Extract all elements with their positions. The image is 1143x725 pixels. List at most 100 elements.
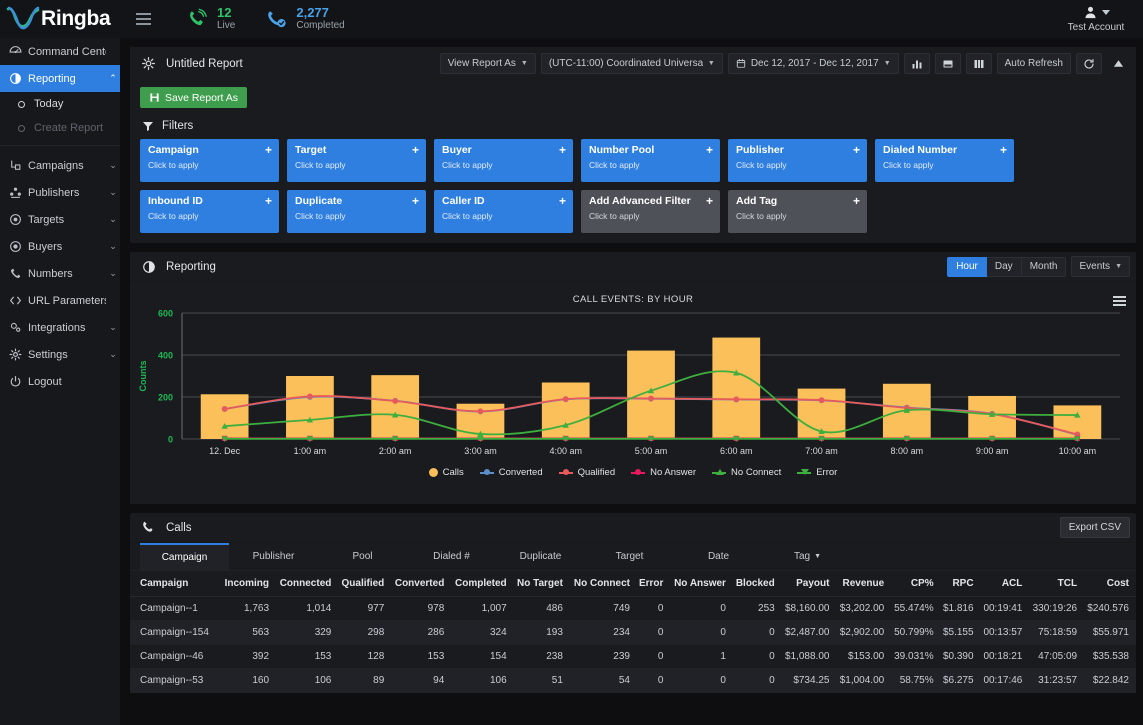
granularity-month[interactable]: Month [1021,256,1067,277]
table-column-header[interactable]: RPC [940,571,981,597]
table-view-button[interactable] [965,53,992,74]
table-column-header[interactable]: No Connect [569,571,637,597]
filter-card-duplicate[interactable]: Duplicate Click to apply + [287,190,426,233]
filter-card-add-advanced-filter[interactable]: Add Advanced Filter Click to apply + [581,190,720,233]
legend-item-calls[interactable]: Calls [428,467,464,478]
sidebar-item-buyers[interactable]: Buyers ⌄ [0,233,120,260]
events-dropdown[interactable]: Events ▼ [1071,256,1130,277]
sidebar-item-logout[interactable]: Logout [0,368,120,395]
granularity-day[interactable]: Day [986,256,1022,277]
card-view-button[interactable] [934,53,961,74]
completed-calls-stat[interactable]: 2,277 Completed [263,6,345,32]
view-report-as-label: View Report As [447,58,516,69]
table-header-row: Campaign Incoming Connected Qualified Conver… [130,571,1136,597]
table-cell: 1,007 [451,596,514,621]
filter-card-buyer[interactable]: Buyer Click to apply + [434,139,573,182]
table-column-header[interactable]: Connected [276,571,339,597]
tab-pool[interactable]: Pool [318,543,407,570]
filter-card-add-tag[interactable]: Add Tag Click to apply + [728,190,867,233]
sidebar-item-url-parameters[interactable]: URL Parameters [0,287,120,314]
table-cell: $1.816 [940,596,981,621]
tab-target[interactable]: Target [585,543,674,570]
legend-item-qualified[interactable]: Qualified [558,467,615,478]
refresh-icon [1084,58,1094,69]
sidebar-item-today[interactable]: Today [0,92,120,116]
legend-item-no-connect[interactable]: No Connect [712,467,781,478]
table-column-header[interactable]: Incoming [221,571,277,597]
tab-date[interactable]: Date [674,543,763,570]
filter-card-dialed-number[interactable]: Dialed Number Click to apply + [875,139,1014,182]
sidebar-item-integrations[interactable]: Integrations ⌄ [0,314,120,341]
tab-publisher[interactable]: Publisher [229,543,318,570]
table-cell: $8,160.00 [781,596,837,621]
collapse-panel-button[interactable] [1107,53,1130,74]
table-column-header[interactable]: Campaign [130,571,222,597]
table-row[interactable]: Campaign--53 160 106 89 94 106 51 54 0 0 0 $734.25 $… [130,668,1136,693]
calls-panel: Calls Export CSV Campaign Publisher Pool… [130,513,1136,693]
table-column-header[interactable]: No Answer [670,571,733,597]
table-column-header[interactable]: CP% [891,571,941,597]
table-column-header[interactable]: Blocked [732,571,782,597]
svg-text:12. Dec: 12. Dec [209,446,241,456]
chart-menu-icon[interactable] [1113,296,1126,306]
tab-dialed-number[interactable]: Dialed # [407,543,496,570]
table-cell: $55.971 [1084,620,1136,645]
gear-icon[interactable] [140,55,157,72]
tab-campaign[interactable]: Campaign [140,543,229,570]
svg-text:5:00 am: 5:00 am [635,446,668,456]
tab-duplicate[interactable]: Duplicate [496,543,585,570]
refresh-button[interactable] [1076,53,1102,74]
table-column-header[interactable]: Qualified [338,571,392,597]
tab-tag[interactable]: Tag ▼ [763,543,852,570]
table-column-header[interactable]: Revenue [836,571,892,597]
table-column-header[interactable]: Payout [781,571,837,597]
legend-label: No Connect [731,467,782,478]
date-range-picker[interactable]: Dec 12, 2017 - Dec 12, 2017 ▼ [727,53,899,74]
bar-chart-view-button[interactable] [903,53,930,74]
sidebar-item-numbers[interactable]: Numbers ⌄ [0,260,120,287]
chevron-down-icon: ⌄ [109,268,117,278]
filter-label: Dialed Number [883,144,958,156]
events-label: Events [1079,261,1111,272]
live-calls-stat[interactable]: 12 Live [184,6,235,32]
table-column-header[interactable]: ACL [980,571,1030,597]
sidebar-item-command-center[interactable]: Command Center [0,38,120,65]
legend-item-converted[interactable]: Converted [479,467,543,478]
export-csv-button[interactable]: Export CSV [1059,517,1130,538]
table-row[interactable]: Campaign--46 392 153 128 153 154 238 239 0 1 0 $1,0… [130,644,1136,669]
filter-card-number-pool[interactable]: Number Pool Click to apply + [581,139,720,182]
table-column-header[interactable]: Converted [391,571,452,597]
table-column-header[interactable]: Cost [1084,571,1136,597]
table-column-header[interactable]: TCL [1029,571,1085,597]
account-menu[interactable]: Test Account [1059,2,1133,34]
legend-item-error[interactable]: Error [797,467,837,478]
sidebar-item-targets[interactable]: Targets ⌄ [0,206,120,233]
sidebar-item-reporting[interactable]: Reporting ⌃ [0,65,120,92]
chart-title: CALL EVENTS: BY HOUR [572,294,694,305]
sidebar-item-create-report[interactable]: Create Report [0,116,120,140]
legend-item-no-answer[interactable]: No Answer [631,467,696,478]
timezone-dropdown[interactable]: (UTC-11:00) Coordinated Universal Time-1… [540,53,723,74]
filter-card-caller-id[interactable]: Caller ID Click to apply + [434,190,573,233]
filter-card-campaign[interactable]: Campaign Click to apply + [140,139,279,182]
brand-logo[interactable]: Ringba [0,4,120,34]
filter-card-target[interactable]: Target Click to apply + [287,139,426,182]
sidebar-toggle-icon[interactable] [130,6,156,32]
table-column-header[interactable]: Completed [451,571,514,597]
sidebar-item-campaigns[interactable]: Campaigns ⌄ [0,152,120,179]
table-column-header[interactable]: Error [636,571,671,597]
table-row[interactable]: Campaign--154 563 329 298 286 324 193 234 0 0 0 $2,… [130,620,1136,645]
filter-card-inbound-id[interactable]: Inbound ID Click to apply + [140,190,279,233]
sidebar-item-settings[interactable]: Settings ⌄ [0,341,120,368]
sidebar-item-publishers[interactable]: Publishers ⌄ [0,179,120,206]
auto-refresh-button[interactable]: Auto Refresh [996,53,1071,74]
table-column-header[interactable]: No Target [513,571,570,597]
save-report-as-button[interactable]: Save Report As [140,87,247,108]
filter-card-publisher[interactable]: Publisher Click to apply + [728,139,867,182]
view-report-as-dropdown[interactable]: View Report As ▼ [439,53,536,74]
legend-label: Error [816,467,838,478]
sidebar-sub-label: Create Report [34,122,104,134]
granularity-hour[interactable]: Hour [947,256,987,277]
table-row[interactable]: Campaign--1 1,763 1,014 977 978 1,007 486 749 0 0… [130,596,1136,621]
svg-text:400: 400 [158,351,173,361]
